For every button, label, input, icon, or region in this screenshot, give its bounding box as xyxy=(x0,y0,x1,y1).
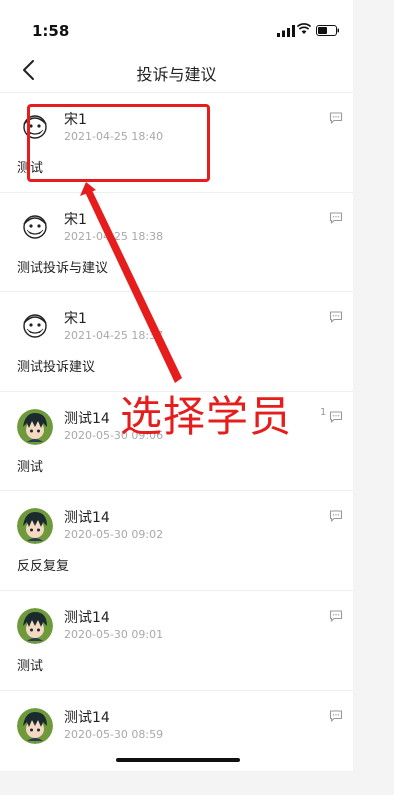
list-item[interactable]: 测试14 2020-05-30 09:01 测试 xyxy=(0,589,353,690)
anime-avatar xyxy=(17,707,53,744)
page-title: 投诉与建议 xyxy=(136,65,217,84)
feedback-content: 测试 xyxy=(17,459,44,475)
annotation-text: 选择学员 xyxy=(120,392,293,441)
timestamp: 2020-05-30 09:02 xyxy=(64,528,164,542)
wifi-icon xyxy=(297,23,311,34)
comment-icon[interactable] xyxy=(329,308,343,323)
face-doodle-avatar xyxy=(17,309,53,346)
user-name: 测试14 xyxy=(64,410,110,427)
anime-avatar xyxy=(17,607,53,644)
list-item[interactable]: 测试14 2020-05-30 09:02 反反复复 xyxy=(0,490,353,590)
user-name: 宋1 xyxy=(64,211,87,228)
timestamp: 2021-04-25 18:37 xyxy=(64,329,164,343)
face-doodle-avatar xyxy=(17,209,53,246)
timestamp: 2020-05-30 09:01 xyxy=(64,627,164,641)
user-name: 测试14 xyxy=(64,609,110,626)
highlight-box xyxy=(27,104,210,182)
comment-count: 1 xyxy=(320,406,327,418)
home-indicator xyxy=(116,758,240,762)
status-time: 1:58 xyxy=(32,22,70,40)
status-bar: 1:58 xyxy=(0,0,353,50)
comment-icon[interactable] xyxy=(329,607,343,622)
list-item[interactable]: 宋1 2021-04-25 18:37 测试投诉建议 xyxy=(0,291,353,391)
user-name: 测试14 xyxy=(64,510,110,527)
anime-avatar xyxy=(17,508,53,545)
timestamp: 2021-04-25 18:38 xyxy=(64,229,164,243)
feedback-content: 测试 xyxy=(17,658,44,674)
timestamp: 2020-05-30 08:59 xyxy=(64,727,164,741)
feedback-content: 测试投诉与建议 xyxy=(17,260,109,276)
comment-icon[interactable] xyxy=(329,408,343,423)
nav-bar: 投诉与建议 xyxy=(0,50,353,92)
user-name: 测试14 xyxy=(64,709,110,726)
signal-icon xyxy=(277,25,295,37)
comment-icon[interactable] xyxy=(329,707,343,722)
user-name: 宋1 xyxy=(64,311,87,328)
battery-icon xyxy=(316,25,339,36)
comment-icon[interactable] xyxy=(329,507,343,522)
comment-icon[interactable] xyxy=(329,109,343,124)
list-item[interactable]: 宋1 2021-04-25 18:38 测试投诉与建议 xyxy=(0,191,353,292)
feedback-content: 反反复复 xyxy=(17,559,70,575)
comment-icon[interactable] xyxy=(329,209,343,224)
anime-avatar xyxy=(17,408,53,445)
feedback-content: 测试投诉建议 xyxy=(17,360,96,376)
